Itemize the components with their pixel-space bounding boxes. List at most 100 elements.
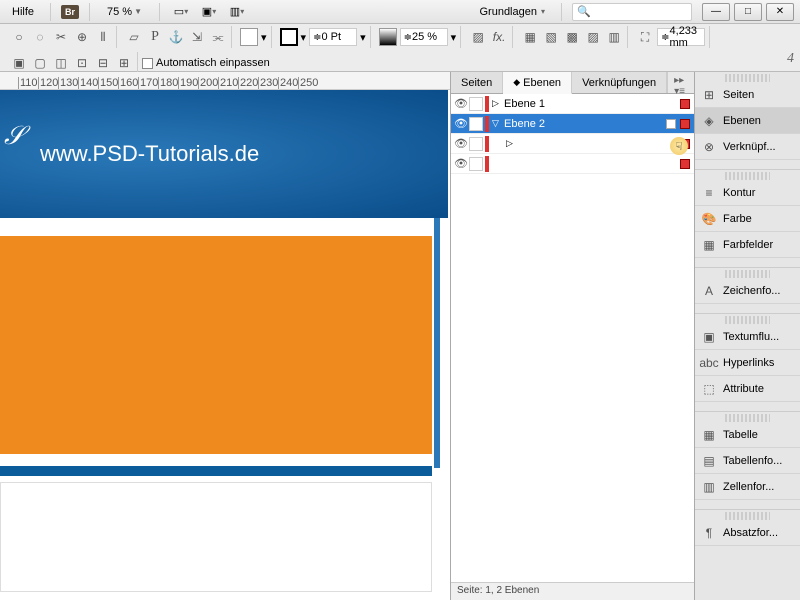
layer-row[interactable]: 👁▽Ebene 2 xyxy=(451,114,694,134)
gradient-swatch[interactable] xyxy=(379,28,397,46)
layer-row[interactable]: 👁▷Ebene 1 xyxy=(451,94,694,114)
panel-collapse-icon[interactable]: ▸▸ ▾≡ xyxy=(667,72,694,93)
layers-panel: Seiten ◆Ebenen Verknüpfungen ▸▸ ▾≡ 👁▷Ebe… xyxy=(450,72,694,600)
rail-icon: ¶ xyxy=(701,525,717,541)
frame-size-input[interactable]: ≑ 4,233 mm xyxy=(657,28,705,46)
lock-box[interactable] xyxy=(469,117,483,131)
compass-icon[interactable]: ⊕ xyxy=(73,28,91,46)
wrap2-icon[interactable]: ▧ xyxy=(542,28,560,46)
view-options-icon[interactable]: ▭▾ xyxy=(170,2,192,22)
link-icon[interactable]: ⫘ xyxy=(209,28,227,46)
screen-mode-icon[interactable]: ▣▾ xyxy=(198,2,220,22)
rail-item-hyperlinks[interactable]: abcHyperlinks xyxy=(695,350,800,376)
tab-pages[interactable]: Seiten xyxy=(451,72,503,93)
orange-rectangle[interactable] xyxy=(0,236,432,454)
search-input[interactable]: 🔍 xyxy=(572,3,692,21)
rail-item-zeichenfo[interactable]: AZeichenfo... xyxy=(695,278,800,304)
select-chip[interactable] xyxy=(680,99,690,109)
wrap-icon[interactable]: ▦ xyxy=(521,28,539,46)
effects-icon[interactable]: ▨ xyxy=(469,28,487,46)
fx-icon[interactable]: fx. xyxy=(490,28,508,46)
tab-layers[interactable]: ◆Ebenen xyxy=(503,72,572,94)
arrange-icon[interactable]: ▥▾ xyxy=(226,2,248,22)
window-controls: — □ ✕ xyxy=(698,3,794,21)
opacity-input[interactable]: ≑ 25 % xyxy=(400,28,448,46)
panel-grip[interactable] xyxy=(725,512,770,520)
fit3-icon[interactable]: ◫ xyxy=(52,54,70,72)
rail-icon: ▥ xyxy=(701,479,717,495)
rect-dotted-icon[interactable]: ▱ xyxy=(125,28,143,46)
rail-item-seiten[interactable]: ⊞Seiten xyxy=(695,82,800,108)
rail-item-absatzfor[interactable]: ¶Absatzfor... xyxy=(695,520,800,546)
stroke-weight-input[interactable]: ≑ 0 Pt xyxy=(309,28,357,46)
fit1-icon[interactable]: ▣ xyxy=(10,54,28,72)
fill-swatch[interactable] xyxy=(240,28,258,46)
visibility-icon[interactable]: 👁 xyxy=(453,156,469,172)
wrap3-icon[interactable]: ▩ xyxy=(563,28,581,46)
search-field[interactable] xyxy=(591,6,691,18)
help-menu[interactable]: Hilfe xyxy=(6,6,40,18)
document-canvas[interactable]: 1101201301401501601701801902002102202302… xyxy=(0,72,450,600)
dotted-ellipse-icon[interactable]: ◌ xyxy=(31,28,49,46)
fit6-icon[interactable]: ⊞ xyxy=(115,54,133,72)
zoom-selector[interactable]: 75 % ▼ xyxy=(100,3,149,21)
panel-grip[interactable] xyxy=(725,414,770,422)
maximize-button[interactable]: □ xyxy=(734,3,762,21)
workspace-selector[interactable]: Grundlagen ▾ xyxy=(473,6,551,18)
layers-list: 👁▷Ebene 1👁▽Ebene 2👁▷☟👁 xyxy=(451,94,694,582)
layer-row[interactable]: 👁 xyxy=(451,154,694,174)
close-button[interactable]: ✕ xyxy=(766,3,794,21)
fit2-icon[interactable]: ▢ xyxy=(31,54,49,72)
lock-box[interactable] xyxy=(469,97,483,111)
wrap4-icon[interactable]: ▨ xyxy=(584,28,602,46)
bridge-icon[interactable]: Br xyxy=(61,5,79,19)
wrap5-icon[interactable]: ▥ xyxy=(605,28,623,46)
ruler-tick: 200 xyxy=(198,77,218,89)
tool-group-shapes: ○ ◌ ✂ ⊕ ⫴ xyxy=(6,26,117,48)
layer-row[interactable]: 👁▷☟ xyxy=(451,134,694,154)
tab-links[interactable]: Verknüpfungen xyxy=(572,72,667,93)
autofit-checkbox[interactable]: Automatisch einpassen xyxy=(142,57,270,69)
expand-toolbar-icon[interactable]: 4 xyxy=(787,51,794,67)
expand-icon[interactable]: ▽ xyxy=(492,118,502,129)
rail-item-farbfelder[interactable]: ▦Farbfelder xyxy=(695,232,800,258)
panel-grip[interactable] xyxy=(725,74,770,82)
rail-item-ebenen[interactable]: ◈Ebenen xyxy=(695,108,800,134)
rail-item-tabelle[interactable]: ▦Tabelle xyxy=(695,422,800,448)
blue-strip[interactable] xyxy=(0,466,432,476)
crop-icon[interactable]: ⛶ xyxy=(636,28,654,46)
ruler-tick: 250 xyxy=(298,77,318,89)
panel-grip[interactable] xyxy=(725,316,770,324)
distribute-icon[interactable]: ⫴ xyxy=(94,28,112,46)
white-box[interactable] xyxy=(0,482,432,592)
header-block[interactable]: 𝒮 www.PSD-Tutorials.de xyxy=(0,90,448,218)
rail-item-attribute[interactable]: ⬚Attribute xyxy=(695,376,800,402)
lock-box[interactable] xyxy=(469,137,483,151)
minimize-button[interactable]: — xyxy=(702,3,730,21)
visibility-icon[interactable]: 👁 xyxy=(453,116,469,132)
rail-icon: abc xyxy=(701,355,717,371)
select-chip[interactable] xyxy=(680,119,690,129)
scissors-icon[interactable]: ✂ xyxy=(52,28,70,46)
rail-item-farbe[interactable]: 🎨Farbe xyxy=(695,206,800,232)
p-icon[interactable]: P xyxy=(146,28,164,46)
anchor-icon[interactable]: ⚓ xyxy=(167,28,185,46)
scale-icon[interactable]: ⇲ xyxy=(188,28,206,46)
expand-icon[interactable]: ▷ xyxy=(506,138,516,149)
fit4-icon[interactable]: ⊡ xyxy=(73,54,91,72)
visibility-icon[interactable]: 👁 xyxy=(453,96,469,112)
rail-item-textumflu[interactable]: ▣Textumflu... xyxy=(695,324,800,350)
ellipse-icon[interactable]: ○ xyxy=(10,28,28,46)
rail-item-tabellenfo[interactable]: ▤Tabellenfo... xyxy=(695,448,800,474)
expand-icon[interactable]: ▷ xyxy=(492,98,502,109)
panel-grip[interactable] xyxy=(725,270,770,278)
select-chip[interactable] xyxy=(680,159,690,169)
rail-item-zellenfor[interactable]: ▥Zellenfor... xyxy=(695,474,800,500)
lock-box[interactable] xyxy=(469,157,483,171)
stroke-swatch[interactable] xyxy=(280,28,298,46)
visibility-icon[interactable]: 👁 xyxy=(453,136,469,152)
fit5-icon[interactable]: ⊟ xyxy=(94,54,112,72)
rail-item-verknpf[interactable]: ⊗Verknüpf... xyxy=(695,134,800,160)
rail-item-kontur[interactable]: ≡Kontur xyxy=(695,180,800,206)
panel-grip[interactable] xyxy=(725,172,770,180)
